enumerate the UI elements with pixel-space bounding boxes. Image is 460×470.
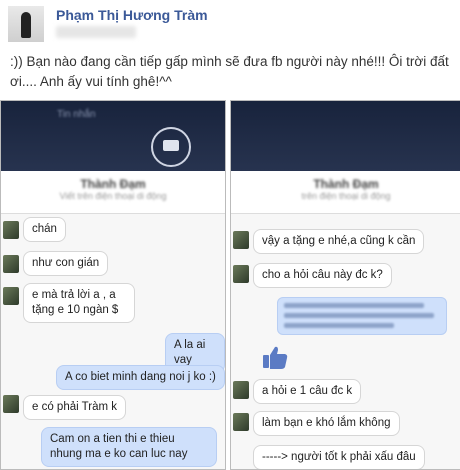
blurred-message-out bbox=[277, 297, 447, 335]
message-in: e mà trả lời a , a tặng e 10 ngàn $ bbox=[23, 283, 135, 323]
contact-avatar bbox=[233, 265, 249, 283]
conversation-header: Thành Đạm trên điện thoại di động bbox=[231, 171, 460, 214]
message-in: như con gián bbox=[23, 251, 109, 276]
chat-screenshot-right: Thành Đạm trên điện thoại di động vậy a … bbox=[230, 100, 460, 470]
contact-avatar bbox=[3, 221, 19, 239]
message-in: vậy a tặng e nhé,a cũng k cần bbox=[253, 229, 425, 254]
message-out: A co biet minh dang noi j ko :) bbox=[56, 365, 225, 390]
contact-avatar bbox=[233, 381, 249, 399]
thumbs-up-icon bbox=[263, 346, 288, 369]
message-in: chán bbox=[23, 217, 66, 242]
post-meta-blurred bbox=[56, 26, 136, 38]
contact-avatar bbox=[3, 255, 19, 273]
messenger-top-bar: Tin nhắn bbox=[1, 101, 225, 171]
contact-avatar bbox=[3, 395, 19, 413]
contact-name[interactable]: Thành Đạm bbox=[231, 177, 460, 191]
contact-avatar bbox=[233, 231, 249, 249]
message-in: cho a hỏi câu này đc k? bbox=[253, 263, 392, 288]
chat-icon[interactable] bbox=[151, 127, 191, 167]
contact-subtitle: trên điện thoại di động bbox=[301, 191, 391, 201]
nav-label: Tin nhắn bbox=[57, 109, 96, 120]
message-in: -----> người tốt k phải xấu đâu bbox=[253, 445, 425, 469]
chat-screenshot-left: Tin nhắn Thành Đạm Viết trên điện thoại … bbox=[0, 100, 226, 470]
contact-avatar bbox=[3, 287, 19, 305]
contact-name[interactable]: Thành Đạm bbox=[1, 177, 225, 191]
post-caption: :)) Bạn nào đang cần tiếp gấp mình sẽ đư… bbox=[10, 54, 449, 89]
message-out: Cam on a tien thi e thieu nhung ma e ko … bbox=[41, 427, 217, 467]
facebook-post: Phạm Thị Hương Tràm :)) Bạn nào đang cần… bbox=[0, 0, 460, 470]
contact-subtitle: Viết trên điện thoại di động bbox=[59, 191, 167, 201]
author-name[interactable]: Phạm Thị Hương Tràm bbox=[56, 7, 208, 23]
author-avatar[interactable] bbox=[8, 6, 44, 42]
message-in: làm bạn e khó lắm không bbox=[253, 411, 400, 436]
message-in: a hỏi e 1 câu đc k bbox=[253, 379, 362, 404]
contact-avatar bbox=[233, 413, 249, 431]
message-in: e có phải Tràm k bbox=[23, 395, 127, 420]
messenger-top-bar bbox=[231, 101, 460, 171]
conversation-header: Thành Đạm Viết trên điện thoại di động bbox=[1, 171, 225, 214]
